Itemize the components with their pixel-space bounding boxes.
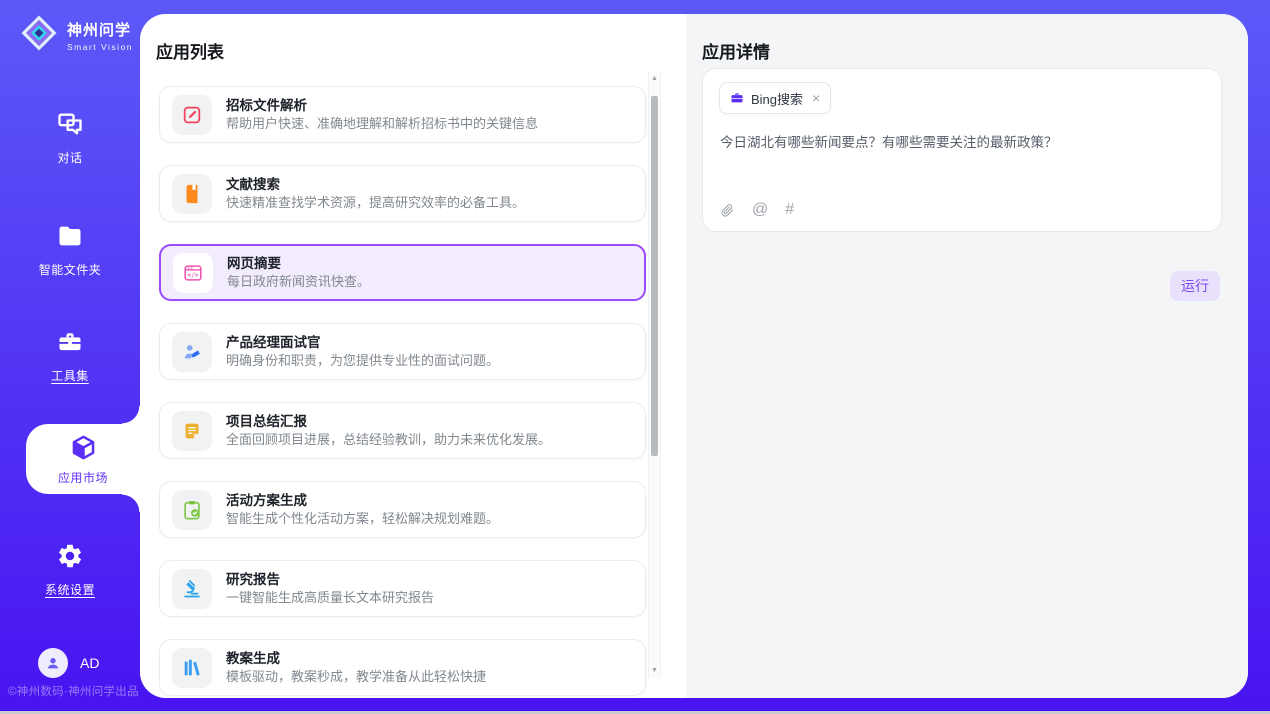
microscope-icon xyxy=(172,569,212,609)
folder-icon xyxy=(0,222,140,255)
clipboard-check-icon xyxy=(172,490,212,530)
interview-icon xyxy=(172,332,212,372)
app-card-literature-search[interactable]: 文献搜索 快速精准查找学术资源，提高研究效率的必备工具。 xyxy=(159,165,646,222)
app-card-project-summary[interactable]: 项目总结汇报 全面回顾项目进展，总结经验教训，助力未来优化发展。 xyxy=(159,402,646,459)
tab-fillet-top xyxy=(122,406,140,424)
app-card-lesson-plan[interactable]: 教案生成 模板驱动，教案秒成，教学准备从此轻松快捷 xyxy=(159,639,646,696)
scroll-down-icon[interactable]: ▼ xyxy=(649,666,660,676)
sidebar: 神州问学 Smart Vision 对话 智能文件夹 xyxy=(0,0,140,714)
gear-icon xyxy=(0,542,140,575)
app-card-pm-interviewer[interactable]: 产品经理面试官 明确身份和职责，为您提供专业性的面试问题。 xyxy=(159,323,646,380)
mention-icon[interactable]: @ xyxy=(752,202,768,218)
briefcase-icon xyxy=(730,91,744,105)
prompt-card: Bing搜索 × 今日湖北有哪些新闻要点？有哪些需要关注的最新政策？ @ # xyxy=(702,68,1222,232)
tool-tag-bing-search[interactable]: Bing搜索 × xyxy=(719,82,831,114)
main-panel: 应用列表 招标文件解析 帮助用户快速、准确地理解和解析招标书中的关键信息 xyxy=(140,14,1248,698)
app-card-web-summary[interactable]: </> 网页摘要 每日政府新闻资讯快查。 xyxy=(159,244,646,301)
brand-name: 神州问学 xyxy=(67,19,133,40)
user-initials: AD xyxy=(80,655,99,671)
scroll-up-icon[interactable]: ▲ xyxy=(649,74,660,84)
sidebar-item-chat[interactable]: 对话 xyxy=(0,110,140,166)
app-list-title: 应用列表 xyxy=(156,38,224,63)
toolbox-icon xyxy=(0,328,140,361)
notes-icon xyxy=(172,411,212,451)
tool-tag-label: Bing搜索 xyxy=(751,89,803,108)
app-detail-pane: 应用详情 Bing搜索 × 今日湖北有哪些新闻要点？有哪些需要关注的最新政策？ xyxy=(686,14,1248,698)
person-icon xyxy=(38,648,68,678)
app-card-bid-parse[interactable]: 招标文件解析 帮助用户快速、准确地理解和解析招标书中的关键信息 xyxy=(159,86,646,143)
cube-icon xyxy=(26,434,140,466)
sidebar-item-label: 智能文件夹 xyxy=(0,261,140,278)
sidebar-item-label: 系统设置 xyxy=(0,581,140,598)
scrollbar-thumb[interactable] xyxy=(651,96,658,456)
run-button[interactable]: 运行 xyxy=(1170,271,1220,301)
copyright-text: ©神州数码·神州问学出品 xyxy=(8,683,142,699)
sidebar-item-toolset[interactable]: 工具集 xyxy=(0,328,140,384)
document-edit-icon xyxy=(172,95,212,135)
sidebar-item-settings[interactable]: 系统设置 xyxy=(0,542,140,598)
prompt-toolbar: @ # xyxy=(720,202,794,218)
brand-tagline: Smart Vision xyxy=(67,42,133,52)
sidebar-item-label: 应用市场 xyxy=(26,469,140,486)
user-avatar[interactable]: AD xyxy=(38,648,99,678)
gem-icon xyxy=(18,12,60,59)
brand-logo: 神州问学 Smart Vision xyxy=(18,12,133,59)
app-list-scrollbar[interactable]: ▲ ▼ xyxy=(648,72,661,678)
hash-icon[interactable]: # xyxy=(785,202,794,218)
paperclip-icon[interactable] xyxy=(720,203,735,218)
browser-code-icon: </> xyxy=(173,253,213,293)
app-card-research-report[interactable]: 研究报告 一键智能生成高质量长文本研究报告 xyxy=(159,560,646,617)
app-card-event-plan[interactable]: 活动方案生成 智能生成个性化活动方案，轻松解决规划难题。 xyxy=(159,481,646,538)
sidebar-item-label: 对话 xyxy=(0,149,140,166)
prompt-input[interactable]: 今日湖北有哪些新闻要点？有哪些需要关注的最新政策？ xyxy=(720,131,1201,151)
sidebar-item-label: 工具集 xyxy=(0,367,140,384)
sidebar-item-app-market[interactable]: 应用市场 xyxy=(26,424,140,494)
app-detail-title: 应用详情 xyxy=(702,38,770,63)
book-icon xyxy=(172,174,212,214)
remove-tool-icon[interactable]: × xyxy=(812,90,820,106)
chat-icon xyxy=(0,110,140,143)
app-list-pane: 应用列表 招标文件解析 帮助用户快速、准确地理解和解析招标书中的关键信息 xyxy=(140,14,686,698)
books-icon xyxy=(172,648,212,688)
tab-fillet-bottom xyxy=(122,494,140,512)
sidebar-item-smart-folder[interactable]: 智能文件夹 xyxy=(0,222,140,278)
svg-text:</>: </> xyxy=(188,272,199,279)
